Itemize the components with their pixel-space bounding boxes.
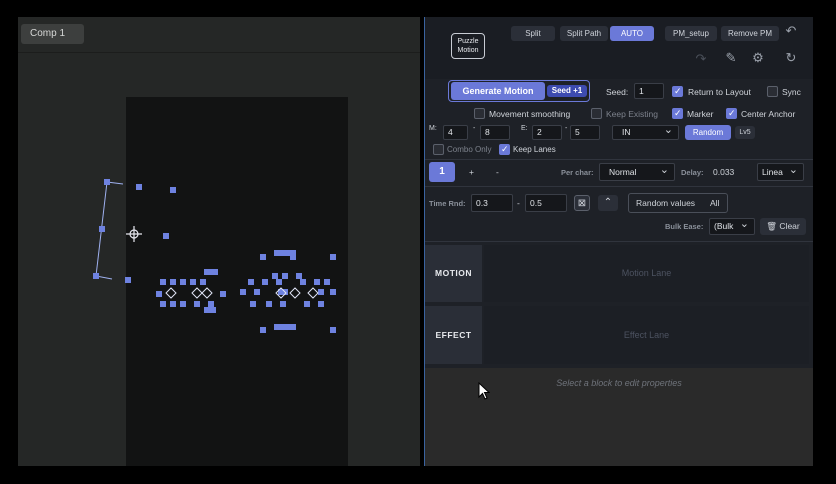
puzzle-motion-logo: Puzzle Motion bbox=[451, 33, 485, 59]
character-group-left bbox=[156, 269, 226, 313]
effect-lane[interactable]: Effect Lane bbox=[484, 306, 809, 364]
movement-smoothing-label: Movement smoothing bbox=[489, 109, 571, 119]
remove-pm-button[interactable]: Remove PM bbox=[721, 26, 779, 41]
sync-checkbox[interactable] bbox=[767, 86, 778, 97]
undo-icon[interactable]: ↶ bbox=[783, 23, 799, 39]
split-path-button[interactable]: Split Path bbox=[560, 26, 608, 41]
ease-direction-value: IN bbox=[622, 127, 631, 137]
pm-setup-button[interactable]: PM_setup bbox=[665, 26, 717, 41]
marker-label: Marker bbox=[687, 109, 714, 119]
m-from-input[interactable]: 4 bbox=[443, 125, 468, 140]
keep-existing-checkbox[interactable] bbox=[591, 108, 602, 119]
mouse-cursor-icon bbox=[478, 382, 490, 400]
marker-checkbox[interactable] bbox=[672, 108, 683, 119]
close-icon[interactable]: ⊠ bbox=[574, 195, 590, 211]
trash-icon: 🗑 bbox=[766, 221, 778, 231]
path-handle bbox=[104, 179, 110, 185]
delay-value[interactable]: 0.033 bbox=[713, 167, 734, 177]
remove-lane-button[interactable]: - bbox=[496, 167, 499, 177]
all-button[interactable]: All bbox=[710, 198, 719, 208]
anchor-point-icon bbox=[126, 226, 142, 242]
level-button[interactable]: Lv5 bbox=[735, 126, 755, 139]
generate-motion-button[interactable]: Generate Motion bbox=[451, 82, 545, 100]
return-to-layout-label: Return to Layout bbox=[688, 87, 751, 97]
divider bbox=[425, 159, 813, 160]
m-dash: - bbox=[473, 125, 476, 132]
gear-icon[interactable]: ⚙ bbox=[750, 50, 766, 66]
delay-label: Delay: bbox=[681, 168, 704, 177]
refresh-icon[interactable]: ↻ bbox=[783, 50, 799, 66]
e-dash: - bbox=[565, 125, 568, 132]
path-handle bbox=[99, 226, 105, 232]
time-from-input[interactable]: 0.3 bbox=[471, 194, 513, 212]
combo-only-label: Combo Only bbox=[447, 145, 492, 154]
motion-lane-label: MOTION bbox=[425, 245, 482, 302]
lane-index-tab[interactable]: 1 bbox=[429, 162, 455, 182]
split-button[interactable]: Split bbox=[511, 26, 555, 41]
redo-icon[interactable]: ↷ bbox=[693, 51, 709, 67]
path-handle bbox=[125, 277, 131, 283]
e-from-input[interactable]: 2 bbox=[532, 125, 562, 140]
path-handle bbox=[170, 187, 176, 193]
add-lane-button[interactable]: + bbox=[469, 167, 474, 177]
motion-lane[interactable]: Motion Lane bbox=[484, 245, 809, 302]
seed-label: Seed: bbox=[606, 87, 629, 97]
seed-increment-button[interactable]: Seed +1 bbox=[547, 85, 587, 97]
bulk-ease-value: (Bulk bbox=[714, 221, 734, 231]
return-to-layout-checkbox[interactable] bbox=[672, 86, 683, 97]
e-to-input[interactable]: 5 bbox=[570, 125, 600, 140]
pen-icon[interactable]: ✎ bbox=[723, 50, 739, 66]
bulk-ease-label: Bulk Ease: bbox=[665, 222, 704, 231]
layer-handles-overlay[interactable] bbox=[18, 17, 420, 466]
divider bbox=[425, 241, 813, 242]
sync-label: Sync bbox=[782, 87, 801, 97]
bulk-ease-select[interactable]: (Bulk bbox=[709, 217, 755, 235]
combo-only-checkbox[interactable] bbox=[433, 144, 444, 155]
per-char-label: Per char: bbox=[561, 168, 594, 177]
per-char-select[interactable]: Normal bbox=[599, 162, 675, 181]
path-handle bbox=[93, 273, 99, 279]
m-label: M: bbox=[429, 125, 437, 132]
order-value: Linea bbox=[762, 167, 783, 177]
time-random-label: Time Rnd: bbox=[429, 199, 466, 208]
seed-input[interactable]: 1 bbox=[634, 83, 664, 99]
ease-direction-select[interactable]: IN bbox=[612, 124, 679, 140]
auto-button[interactable]: AUTO bbox=[610, 26, 654, 41]
divider bbox=[425, 186, 813, 187]
movement-smoothing-checkbox[interactable] bbox=[474, 108, 485, 119]
random-values-button[interactable]: Random values bbox=[636, 198, 695, 208]
time-to-input[interactable]: 0.5 bbox=[525, 194, 567, 212]
clear-button[interactable]: 🗑 Clear bbox=[760, 218, 806, 235]
keep-lanes-checkbox[interactable] bbox=[499, 144, 510, 155]
per-char-value: Normal bbox=[609, 167, 637, 177]
path-handle bbox=[136, 184, 142, 190]
effect-lane-label: EFFECT bbox=[425, 306, 482, 364]
keep-lanes-label: Keep Lanes bbox=[513, 145, 556, 154]
clear-label: Clear bbox=[779, 221, 800, 231]
time-dash: - bbox=[517, 198, 520, 208]
random-button[interactable]: Random bbox=[685, 125, 731, 140]
keep-existing-label: Keep Existing bbox=[606, 109, 658, 119]
character-group-right bbox=[240, 250, 336, 333]
order-select[interactable]: Linea bbox=[757, 162, 804, 181]
path-handle bbox=[163, 233, 169, 239]
chevron-up-icon[interactable]: ⌃ bbox=[598, 195, 618, 211]
center-anchor-checkbox[interactable] bbox=[726, 108, 737, 119]
center-anchor-label: Center Anchor bbox=[741, 109, 796, 119]
m-to-input[interactable]: 8 bbox=[480, 125, 510, 140]
e-label: E: bbox=[521, 125, 528, 132]
